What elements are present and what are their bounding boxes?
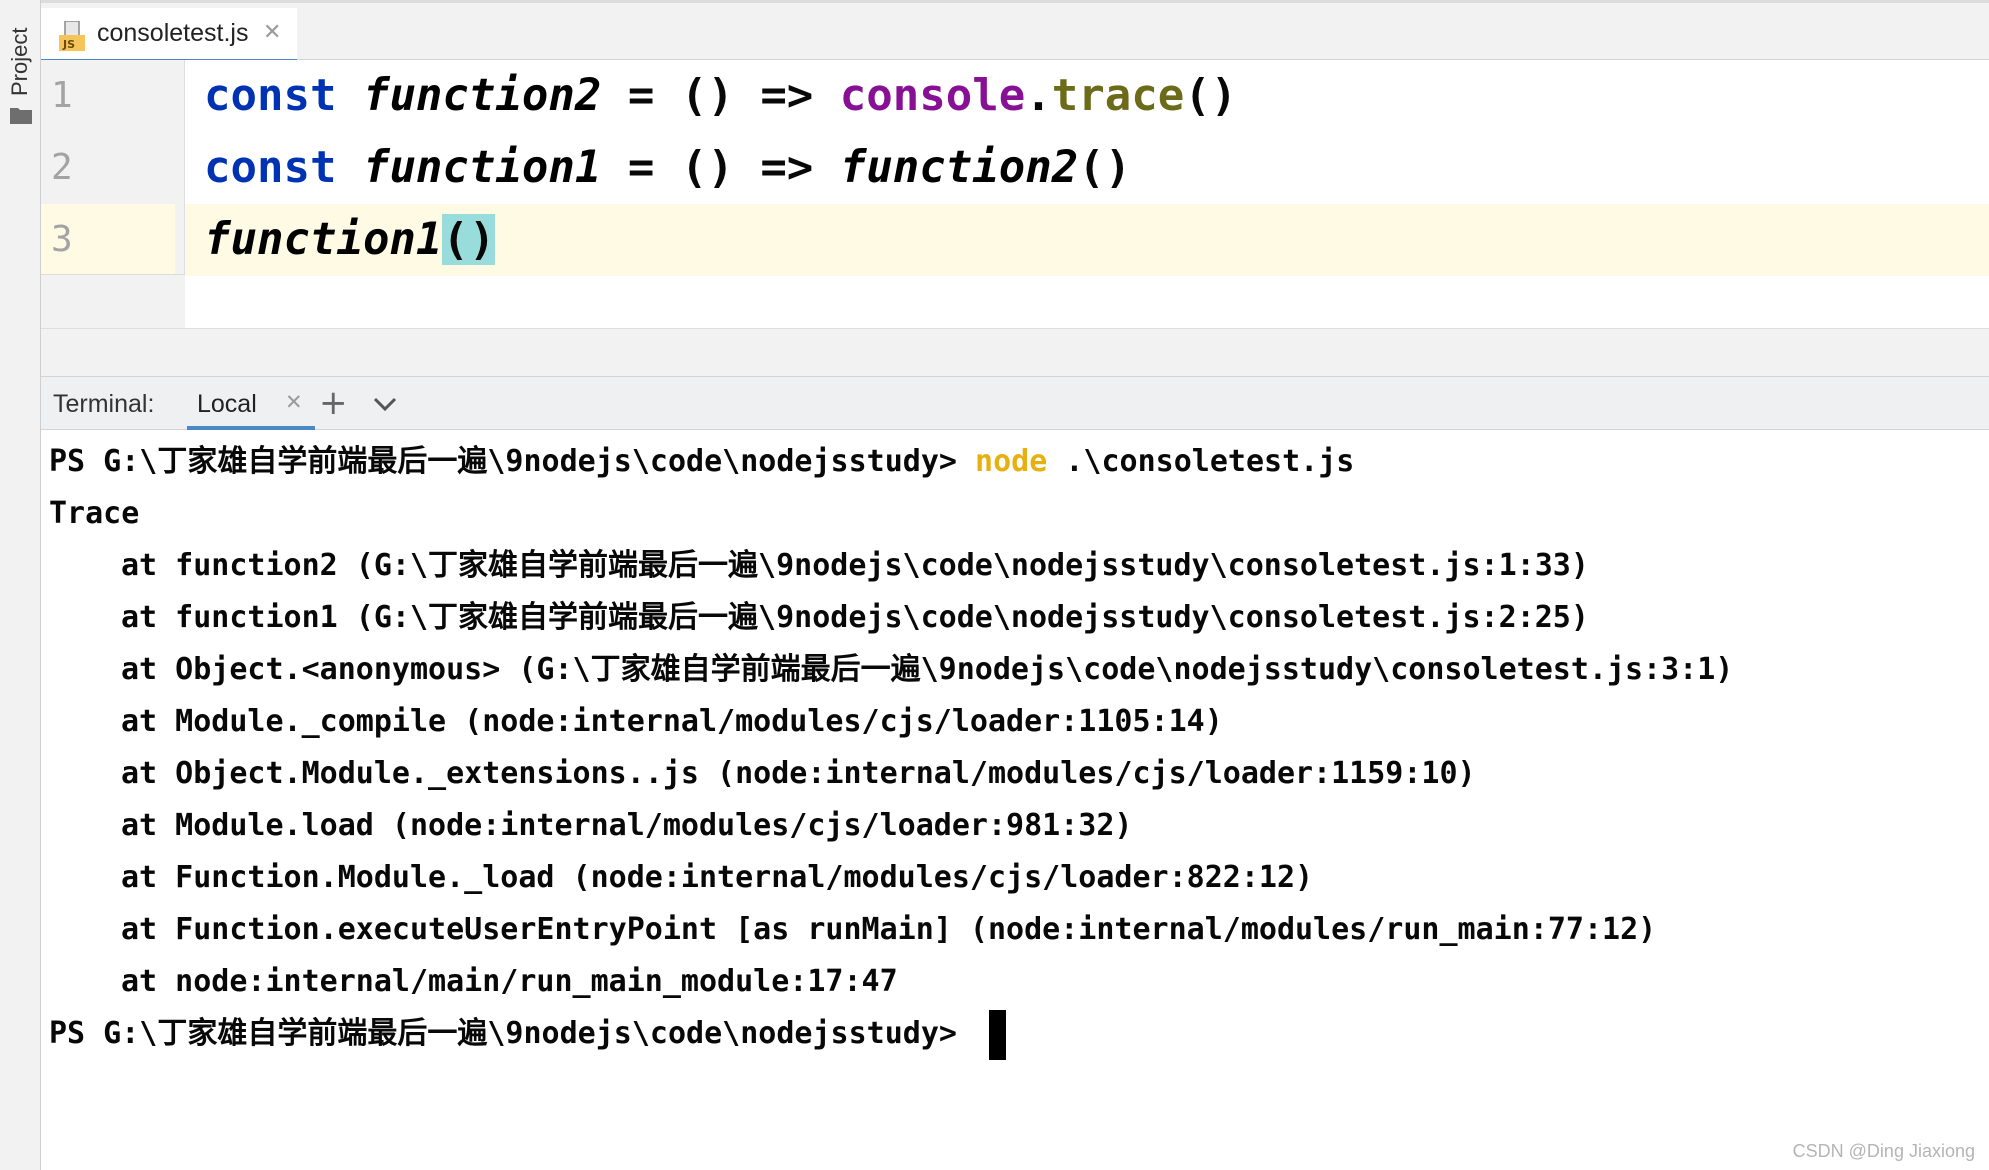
stack-frame-line: at Module.load (node:internal/modules/cj…: [121, 808, 1133, 843]
code-token: const: [204, 70, 337, 121]
tab-filename: consoletest.js: [97, 19, 249, 47]
code-editor[interactable]: 1 2 3 const function2 = () => console.tr…: [41, 60, 1989, 328]
code-line-1[interactable]: const function2 = () => console.trace(): [204, 60, 1237, 132]
matched-paren: (): [442, 214, 496, 265]
watermark: CSDN @Ding Jiaxiong: [1792, 1141, 1975, 1161]
code-token: .: [1025, 70, 1052, 121]
ide-window: Project JS consoletest.js ✕ 1 2 3 const …: [0, 0, 1989, 1170]
line-number: 1: [51, 75, 73, 116]
svg-text:JS: JS: [62, 38, 75, 51]
line-number: 2: [51, 147, 73, 188]
js-file-icon: JS: [59, 21, 85, 51]
code-token: = () =>: [601, 70, 840, 121]
code-token: function2: [362, 70, 602, 121]
terminal-tab-local[interactable]: Local ✕: [187, 377, 315, 430]
gutter-filler: [41, 274, 185, 328]
tool-window-strip: Project: [0, 0, 41, 1170]
plus-icon[interactable]: +: [319, 383, 348, 423]
project-tool-button[interactable]: Project: [7, 28, 33, 96]
editor-tab-consoletest[interactable]: JS consoletest.js ✕: [41, 8, 297, 63]
stack-frame-line: at Module._compile (node:internal/module…: [121, 704, 1223, 739]
code-token: (): [1078, 142, 1132, 193]
stack-frame-line: at Function.executeUserEntryPoint [as ru…: [121, 912, 1657, 947]
editor-tab-bar: JS consoletest.js ✕: [41, 0, 1989, 63]
line-number-gutter: 1 2 3: [41, 60, 185, 328]
terminal-cursor: [989, 1009, 1007, 1060]
panel-divider[interactable]: [41, 328, 1989, 376]
terminal-output-line: Trace: [49, 496, 140, 531]
stack-frame-line: at Object.Module._extensions..js (node:i…: [121, 756, 1476, 791]
code-token: const: [204, 142, 337, 193]
terminal-output[interactable]: PS G:\丁家雄自学前端最后一遍\9nodejs\code\nodejsstu…: [41, 430, 1989, 1170]
stack-frame-line: at function2 (G:\丁家雄自学前端最后一遍\9nodejs\cod…: [121, 548, 1589, 583]
stack-frame-line: at function1 (G:\丁家雄自学前端最后一遍\9nodejs\cod…: [121, 600, 1589, 635]
code-token: trace: [1051, 70, 1185, 121]
tab-close-icon[interactable]: ✕: [263, 20, 281, 45]
folder-icon[interactable]: [10, 106, 32, 124]
stack-frame-line: at node:internal/main/run_main_module:17…: [121, 964, 898, 999]
terminal-header: Terminal: Local ✕ +: [41, 376, 1989, 430]
terminal-prompt-line: PS G:\丁家雄自学前端最后一遍\9nodejs\code\nodejsstu…: [49, 1008, 1007, 1060]
terminal-tab-label: Local: [197, 390, 257, 418]
code-token: function1: [204, 214, 443, 265]
command-name: node: [975, 444, 1048, 479]
terminal-prompt-line: PS G:\丁家雄自学前端最后一遍\9nodejs\code\nodejsstu…: [49, 444, 1355, 479]
terminal-title: Terminal:: [53, 390, 155, 418]
stack-frame-line: at Function.Module._load (node:internal/…: [121, 860, 1314, 895]
code-token: console: [839, 70, 1026, 121]
code-token: = () =>: [601, 142, 840, 193]
chevron-down-icon[interactable]: [371, 393, 399, 415]
code-line-3[interactable]: function1(): [204, 204, 496, 276]
code-token: function1: [362, 142, 602, 193]
stack-frame-line: at Object.<anonymous> (G:\丁家雄自学前端最后一遍\9n…: [121, 652, 1734, 687]
code-token: function2: [839, 142, 1079, 193]
code-line-2[interactable]: const function1 = () => function2(): [204, 132, 1131, 204]
close-icon[interactable]: ✕: [285, 390, 303, 414]
line-number: 3: [41, 204, 175, 276]
code-token: (): [1184, 70, 1238, 121]
